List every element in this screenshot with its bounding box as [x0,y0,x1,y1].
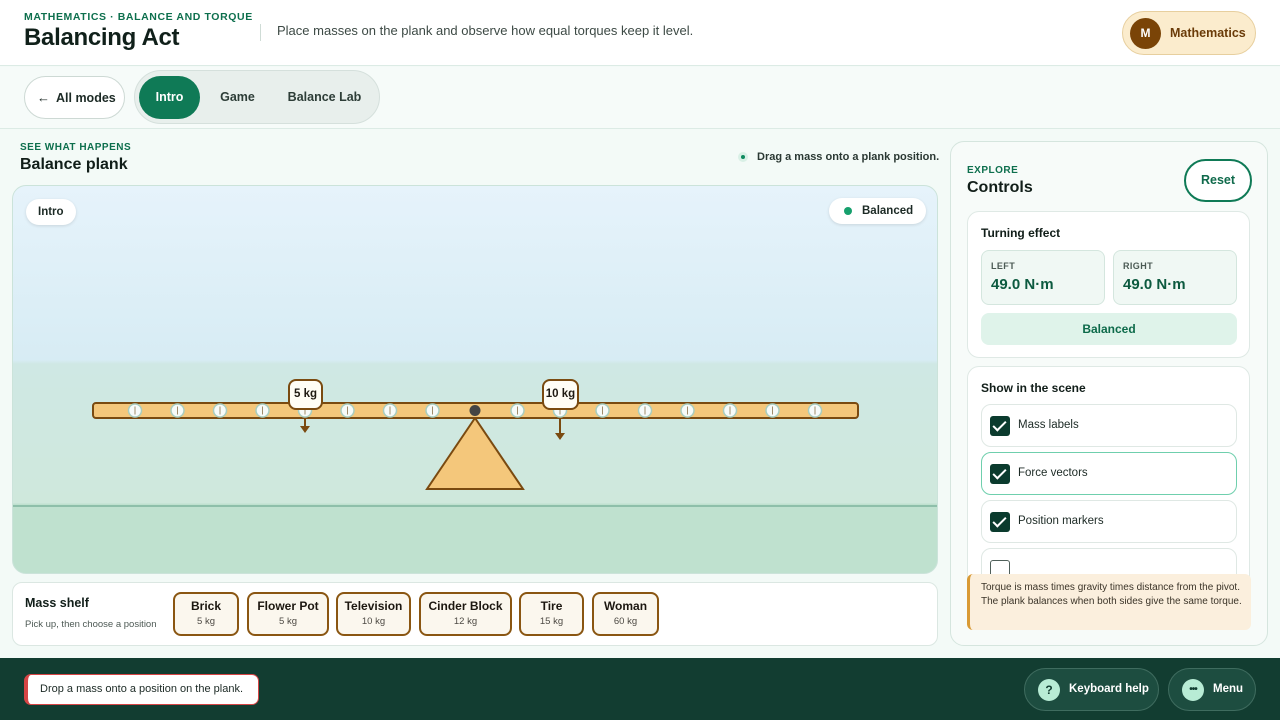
option-label: Position markers [1018,515,1104,527]
balance-verdict: Balanced [981,313,1237,345]
reset-button[interactable]: Reset [1184,159,1252,202]
more-dots-icon: ••• [1182,679,1204,701]
show-in-scene-title: Show in the scene [981,381,1086,395]
header-eyebrow: MATHEMATICS · BALANCE AND TORQUE [24,11,253,23]
shelf-item-mass: 5 kg [279,616,297,627]
shelf-item-cinder-block[interactable]: Cinder Block 12 kg [419,592,512,636]
shelf-title: Mass shelf [25,596,89,610]
option-label: Mass labels [1018,419,1079,431]
header-divider [260,24,261,41]
menu-label: Menu [1213,683,1244,695]
option-force-vectors[interactable]: Force vectors [981,452,1237,495]
stage-eyebrow: SEE WHAT HAPPENS [20,142,132,153]
mode-tabs: Intro Game Balance Lab [134,70,380,124]
controls-eyebrow: EXPLORE [967,165,1019,176]
shelf-item-mass: 15 kg [539,616,564,627]
header-description: Place masses on the plank and observe ho… [277,23,694,38]
shelf-item-name: Flower Pot [257,599,319,613]
force-vector-right [555,418,565,440]
shelf-item-name: Tire [540,599,563,613]
shelf-item-name: Cinder Block [428,599,503,613]
turning-effect-card: Turning effect LEFT 49.0 N·m RIGHT 49.0 … [967,211,1250,358]
keyboard-help-label: Keyboard help [1069,683,1149,695]
shelf-item-woman[interactable]: Woman 60 kg [592,592,659,636]
option-position-markers[interactable]: Position markers [981,500,1237,543]
left-torque-value: 49.0 N·m [991,276,1054,293]
turning-effect-title: Turning effect [981,226,1061,240]
checkbox-checked-icon[interactable] [990,512,1010,532]
hint-dot-icon [738,152,748,162]
stage-title: Balance plank [20,156,128,173]
status-toast: Drop a mass onto a position on the plank… [24,674,259,705]
hint-text: Drag a mass onto a plank position. [757,151,940,163]
right-torque-value: 49.0 N·m [1123,276,1186,293]
fulcrum-triangle [425,416,525,490]
shelf-item-name: Television [344,599,403,613]
shelf-item-name: Brick [190,599,222,613]
footer-bar: Drop a mass onto a position on the plank… [0,658,1280,720]
checkbox-checked-icon[interactable] [990,416,1010,436]
all-modes-button[interactable]: ← All modes [24,76,125,119]
checkbox-checked-icon[interactable] [990,464,1010,484]
shelf-item-mass: 60 kg [613,616,638,627]
subject-label: Mathematics [1170,26,1246,40]
shelf-item-mass: 10 kg [361,616,386,627]
shelf-item-brick[interactable]: Brick 5 kg [173,592,239,636]
balance-status-badge: Balanced [829,198,926,224]
mass-shelf: Mass shelf Pick up, then choose a positi… [12,582,938,646]
shelf-item-tire[interactable]: Tire 15 kg [519,592,584,636]
torque-explanation-text: Torque is mass times gravity times dista… [981,582,1242,607]
balance-scene[interactable]: Intro Balanced 5 kg 10 kg [12,185,938,574]
help-icon: ? [1038,679,1060,701]
keyboard-help-button[interactable]: ? Keyboard help [1024,668,1159,711]
option-mass-labels[interactable]: Mass labels [981,404,1237,447]
back-arrow-icon: ← [37,90,50,105]
pivot-point [469,405,481,416]
menu-button[interactable]: ••• Menu [1168,668,1256,711]
subject-avatar: M [1130,18,1161,49]
tab-game[interactable]: Game [205,76,270,119]
left-torque: LEFT 49.0 N·m [981,250,1105,305]
shelf-subtitle: Pick up, then choose a position [25,619,157,630]
shelf-item-mass: 5 kg [197,616,215,627]
scene-mode-badge: Intro [26,199,76,225]
app-header: MATHEMATICS · BALANCE AND TORQUE Balanci… [0,0,1280,66]
controls-title: Controls [967,179,1033,196]
force-vector-left [300,418,310,433]
shelf-item-mass: 12 kg [453,616,478,627]
option-label: Force vectors [1018,467,1088,479]
tab-intro[interactable]: Intro [139,76,200,119]
scene-canvas [13,402,937,507]
shelf-item-television[interactable]: Television 10 kg [336,592,411,636]
shelf-item-name: Woman [603,599,648,613]
left-torque-label: LEFT [991,261,1016,271]
right-torque: RIGHT 49.0 N·m [1113,250,1237,305]
status-dot-icon [844,207,852,215]
torque-explanation-note: Torque is mass times gravity times dista… [967,574,1251,630]
page-title: Balancing Act [24,24,180,51]
right-torque-label: RIGHT [1123,261,1153,271]
placed-mass-5kg[interactable]: 5 kg [288,379,323,410]
shelf-item-flower-pot[interactable]: Flower Pot 5 kg [247,592,329,636]
subject-chip[interactable]: M Mathematics [1122,11,1256,55]
placed-mass-10kg[interactable]: 10 kg [542,379,579,410]
all-modes-label: All modes [56,91,116,105]
tab-balance-lab[interactable]: Balance Lab [275,76,374,119]
controls-panel: EXPLORE Controls Reset Turning effect LE… [950,141,1268,646]
mode-bar: ← All modes Intro Game Balance Lab [0,67,1280,129]
balance-status-text: Balanced [862,205,914,217]
